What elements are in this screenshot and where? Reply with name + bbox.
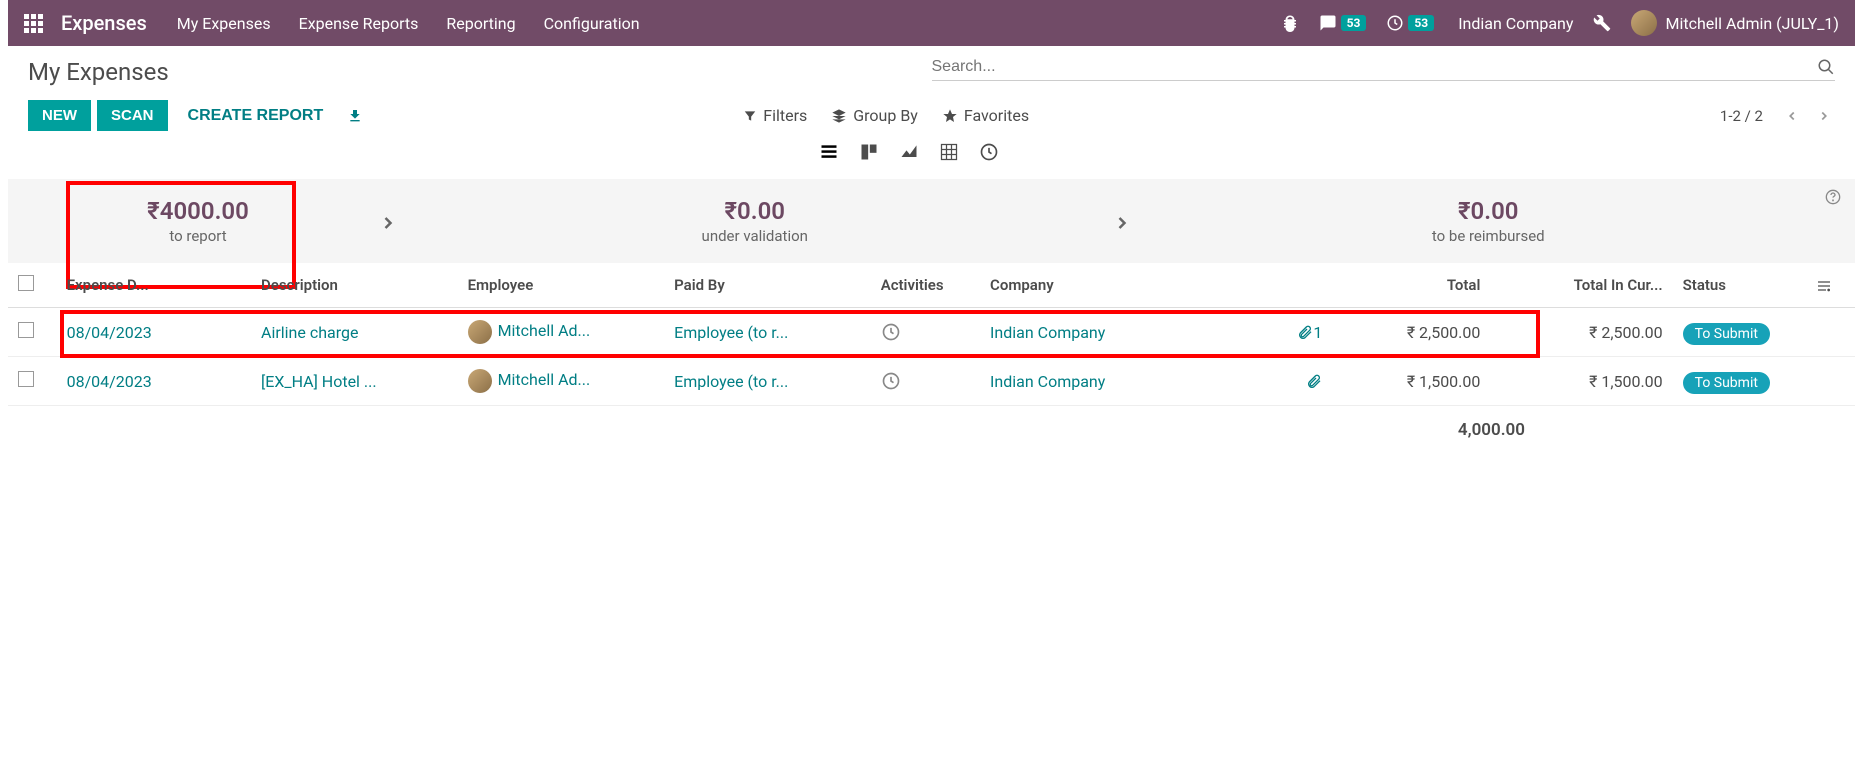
nav-my-expenses[interactable]: My Expenses — [177, 14, 271, 33]
user-menu[interactable]: Mitchell Admin (JULY_1) — [1665, 14, 1839, 33]
download-icon[interactable] — [347, 107, 363, 123]
nav-expense-reports[interactable]: Expense Reports — [299, 14, 419, 33]
scan-button[interactable]: SCAN — [97, 100, 168, 131]
groupby-label: Group By — [853, 106, 918, 125]
cell-paidby: Employee (to r... — [664, 308, 871, 357]
page-title: My Expenses — [28, 58, 932, 86]
status-badge: To Submit — [1683, 323, 1770, 345]
col-total-currency[interactable]: Total In Cur... — [1490, 263, 1672, 308]
star-icon — [942, 108, 958, 124]
col-total[interactable]: Total — [1332, 263, 1490, 308]
view-kanban-icon[interactable] — [858, 141, 880, 163]
activities-badge: 53 — [1408, 15, 1434, 31]
cell-date: 08/04/2023 — [57, 308, 251, 357]
pager-prev[interactable] — [1781, 108, 1803, 124]
cell-description: [EX_HA] Hotel ... — [251, 357, 458, 406]
status-badge: To Submit — [1683, 372, 1770, 394]
cell-company: Indian Company — [980, 308, 1259, 357]
to-reimburse-amount: ₹0.00 — [1142, 197, 1836, 225]
layers-icon — [831, 108, 847, 124]
user-avatar[interactable] — [1631, 10, 1657, 36]
search-input[interactable] — [932, 58, 1818, 76]
attachment-icon[interactable] — [1260, 357, 1333, 406]
view-graph-icon[interactable] — [898, 141, 920, 163]
cell-total: ₹ 2,500.00 — [1332, 308, 1490, 357]
debug-icon[interactable] — [1281, 14, 1299, 32]
cell-date: 08/04/2023 — [57, 357, 251, 406]
select-all-checkbox[interactable] — [18, 275, 34, 291]
chevron-right-icon — [1102, 205, 1142, 238]
employee-avatar — [468, 369, 492, 393]
col-settings-icon[interactable] — [1806, 263, 1855, 308]
col-description[interactable]: Description — [251, 263, 458, 308]
to-report-label: to report — [28, 227, 368, 245]
company-selector[interactable]: Indian Company — [1458, 14, 1573, 33]
col-company[interactable]: Company — [980, 263, 1259, 308]
row-checkbox[interactable] — [18, 371, 34, 387]
footer-total: 4,000.00 — [8, 406, 1855, 454]
cell-total-currency: ₹ 2,500.00 — [1490, 308, 1672, 357]
cell-employee: Mitchell Ad... — [458, 357, 665, 406]
messages-badge: 53 — [1341, 15, 1367, 31]
nav-reporting[interactable]: Reporting — [446, 14, 515, 33]
brand: Expenses — [61, 11, 147, 35]
cell-activities[interactable] — [871, 357, 980, 406]
cell-company: Indian Company — [980, 357, 1259, 406]
activities-icon[interactable]: 53 — [1386, 14, 1434, 32]
col-activities[interactable]: Activities — [871, 263, 980, 308]
view-pivot-icon[interactable] — [938, 141, 960, 163]
messages-icon[interactable]: 53 — [1319, 14, 1367, 32]
under-validation-label: under validation — [408, 227, 1102, 245]
help-icon[interactable] — [1825, 189, 1841, 205]
filters-label: Filters — [763, 106, 807, 125]
row-checkbox[interactable] — [18, 322, 34, 338]
cell-paidby: Employee (to r... — [664, 357, 871, 406]
attachment-icon[interactable]: 1 — [1260, 308, 1333, 357]
clock-icon — [881, 371, 901, 391]
to-reimburse-label: to be reimbursed — [1142, 227, 1836, 245]
chevron-right-icon — [368, 205, 408, 238]
col-date[interactable]: Expense D... — [57, 263, 251, 308]
apps-icon[interactable] — [24, 14, 43, 33]
table-row[interactable]: 08/04/2023 [EX_HA] Hotel ... Mitchell Ad… — [8, 357, 1855, 406]
cell-activities[interactable] — [871, 308, 980, 357]
employee-avatar — [468, 320, 492, 344]
groupby-button[interactable]: Group By — [831, 106, 918, 125]
summary-bar: ₹4000.00 to report ₹0.00 under validatio… — [8, 179, 1855, 263]
to-report-amount: ₹4000.00 — [28, 197, 368, 225]
filters-button[interactable]: Filters — [743, 106, 807, 125]
pager[interactable]: 1-2 / 2 — [1720, 107, 1763, 125]
control-panel: My Expenses NEW SCAN CREATE REPORT Filte… — [8, 46, 1855, 171]
pager-next[interactable] — [1813, 108, 1835, 124]
top-nav: Expenses My Expenses Expense Reports Rep… — [8, 0, 1855, 46]
view-activity-icon[interactable] — [978, 141, 1000, 163]
cell-total-currency: ₹ 1,500.00 — [1490, 357, 1672, 406]
clock-icon — [881, 322, 901, 342]
col-status[interactable]: Status — [1673, 263, 1807, 308]
cell-status: To Submit — [1673, 357, 1807, 406]
search-icon[interactable] — [1817, 58, 1835, 76]
table-header-row: Expense D... Description Employee Paid B… — [8, 263, 1855, 308]
favorites-button[interactable]: Favorites — [942, 106, 1029, 125]
table-row[interactable]: 08/04/2023 Airline charge Mitchell Ad...… — [8, 308, 1855, 357]
col-paidby[interactable]: Paid By — [664, 263, 871, 308]
filter-icon — [743, 109, 757, 123]
cell-employee: Mitchell Ad... — [458, 308, 665, 357]
nav-configuration[interactable]: Configuration — [544, 14, 640, 33]
col-employee[interactable]: Employee — [458, 263, 665, 308]
view-list-icon[interactable] — [818, 141, 840, 163]
cell-total: ₹ 1,500.00 — [1332, 357, 1490, 406]
favorites-label: Favorites — [964, 106, 1029, 125]
view-switcher — [818, 141, 1835, 163]
cell-status: To Submit — [1673, 308, 1807, 357]
search-bar[interactable] — [932, 58, 1836, 81]
create-report-button[interactable]: CREATE REPORT — [188, 107, 324, 125]
under-validation-amount: ₹0.00 — [408, 197, 1102, 225]
cell-description: Airline charge — [251, 308, 458, 357]
expense-table: Expense D... Description Employee Paid B… — [8, 263, 1855, 406]
new-button[interactable]: NEW — [28, 100, 91, 131]
tools-icon[interactable] — [1593, 14, 1611, 32]
